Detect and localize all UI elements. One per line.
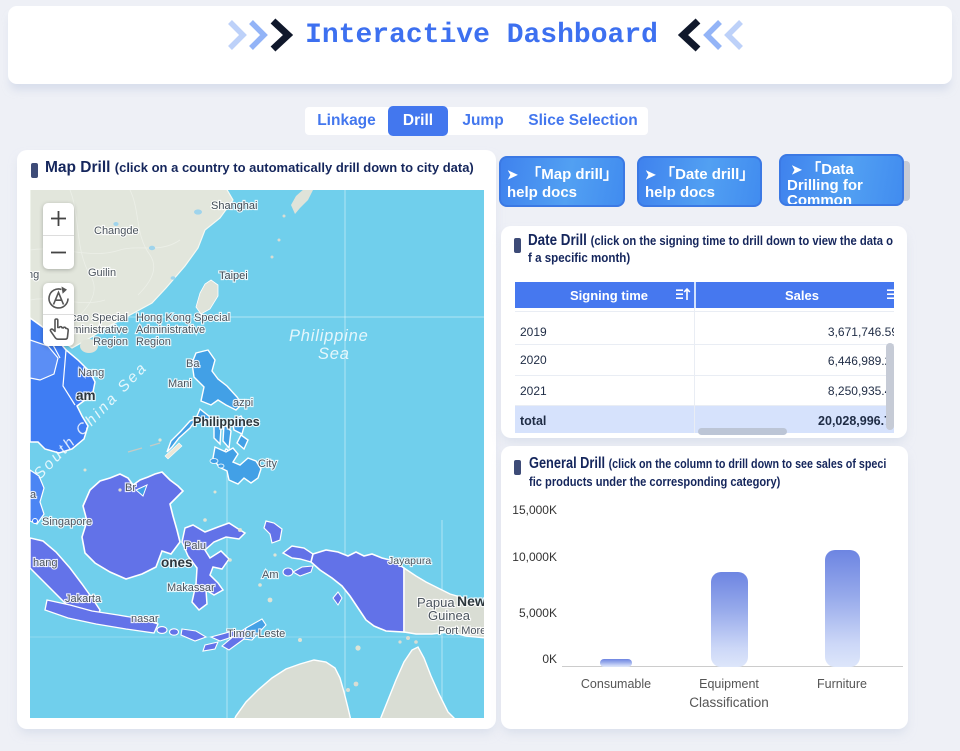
svg-text:Philippine: Philippine <box>289 327 369 345</box>
svg-text:City: City <box>258 458 277 470</box>
svg-text:acao Special: acao Special <box>65 312 128 324</box>
svg-text:Region: Region <box>93 336 128 348</box>
svg-text:Br: Br <box>125 482 136 494</box>
svg-text:Changde: Changde <box>94 225 139 237</box>
svg-text:Administrative: Administrative <box>136 324 205 336</box>
svg-text:azpi: azpi <box>233 397 253 409</box>
svg-text:Guilin: Guilin <box>88 267 116 279</box>
svg-text:Jakarta: Jakarta <box>65 593 102 605</box>
svg-text:nasar: nasar <box>131 613 159 625</box>
svg-text:Makassar: Makassar <box>167 582 215 594</box>
svg-text:Ba: Ba <box>186 358 200 370</box>
svg-text:New: New <box>457 593 484 609</box>
svg-text:ng: ng <box>30 269 39 281</box>
svg-text:Region: Region <box>136 336 171 348</box>
svg-text:Philippines: Philippines <box>193 415 260 429</box>
svg-text:hang: hang <box>33 557 57 569</box>
svg-text:Sea: Sea <box>318 345 350 363</box>
svg-text:Port Mores: Port Mores <box>438 625 484 637</box>
svg-text:Jayapura: Jayapura <box>388 555 431 567</box>
svg-text:Taipei: Taipei <box>219 270 248 282</box>
svg-text:sia: sia <box>30 489 37 501</box>
svg-text:Mani: Mani <box>168 378 192 390</box>
svg-text:Hong Kong Special: Hong Kong Special <box>136 312 230 324</box>
svg-text:dministrative: dministrative <box>66 324 128 336</box>
svg-text:Palu: Palu <box>184 540 206 552</box>
svg-text:am: am <box>76 388 96 403</box>
svg-text:Nang: Nang <box>78 367 104 379</box>
svg-text:Timor-Leste: Timor-Leste <box>227 628 285 640</box>
svg-text:Shanghai: Shanghai <box>211 200 258 212</box>
svg-text:Am: Am <box>262 569 279 581</box>
svg-text:ones: ones <box>161 555 193 570</box>
svg-text:Guinea: Guinea <box>428 608 471 623</box>
svg-text:Singapore: Singapore <box>42 516 92 528</box>
